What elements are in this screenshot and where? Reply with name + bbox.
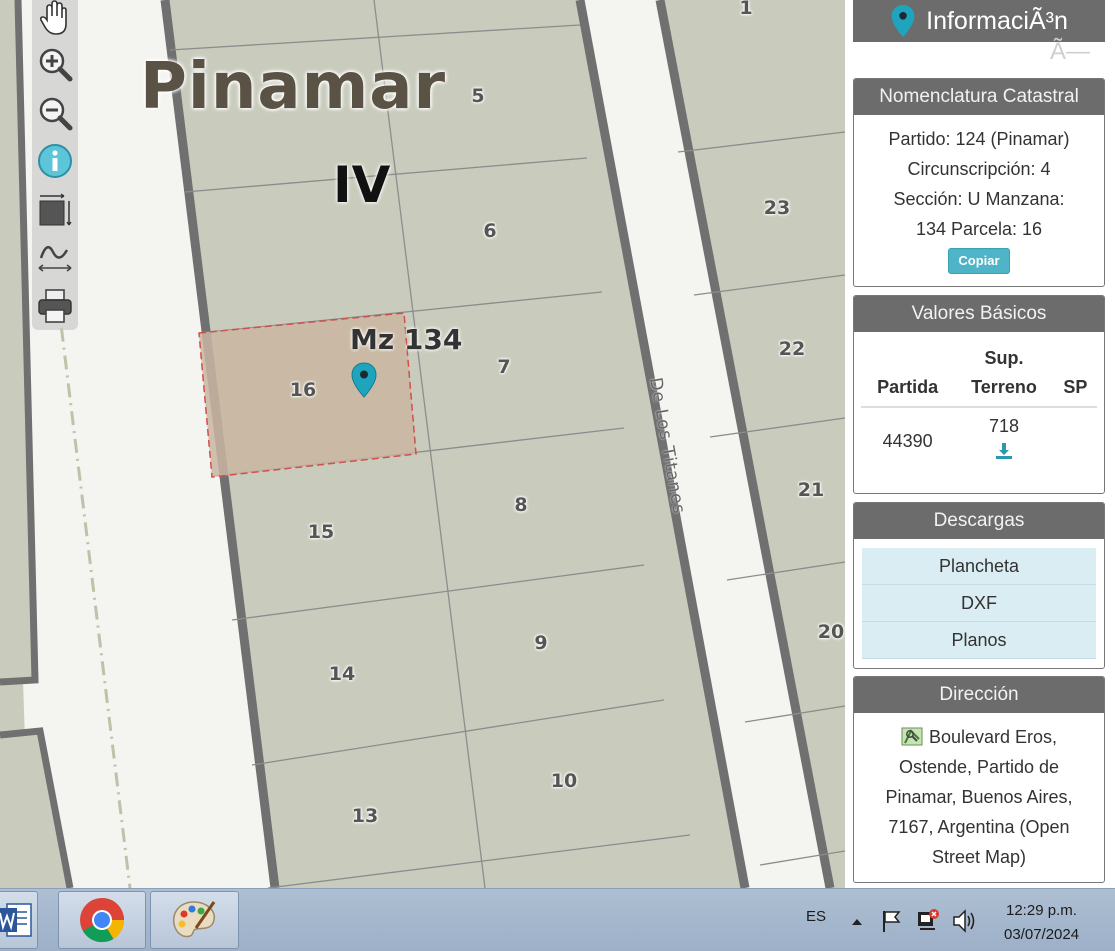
measure-area-icon[interactable]	[37, 192, 73, 228]
col-partida: Partida	[861, 340, 955, 408]
lot-label: 21	[797, 479, 825, 501]
lot-label: 15	[307, 521, 335, 543]
col-sp: SP	[1053, 340, 1097, 408]
direccion-header: Dirección	[854, 677, 1104, 713]
col-sup-line1: Sup.	[984, 348, 1024, 368]
download-planos[interactable]: Planos	[862, 622, 1096, 659]
valores-table: Partida Sup. Terreno SP 44390 718	[861, 340, 1097, 468]
lot-label: 20	[817, 621, 845, 643]
info-panel: InformaciÃ³n Ã— Nomenclatura Catastral P…	[845, 0, 1115, 888]
nomenclatura-line: Sección: U Manzana:	[893, 189, 1065, 209]
network-icon[interactable]	[915, 907, 941, 933]
table-row: 44390 718	[861, 407, 1097, 468]
descargas-box: Descargas Plancheta DXF Planos	[853, 502, 1105, 669]
col-sup-line2: Terreno	[971, 377, 1037, 397]
nomenclatura-box: Nomenclatura Catastral Partido: 124 (Pin…	[853, 78, 1105, 287]
location-pin-icon[interactable]	[351, 362, 377, 398]
direccion-body: Boulevard Eros, Ostende, Partido de Pina…	[854, 713, 1104, 872]
clock-date[interactable]: 03/07/2024	[1004, 926, 1079, 943]
close-icon[interactable]: Ã—	[1050, 38, 1090, 66]
language-indicator[interactable]: ES	[806, 908, 826, 925]
sup-terreno-number: 718	[988, 416, 1020, 436]
lot-label: 6	[483, 220, 497, 242]
address-line: Ostende, Partido de	[898, 757, 1060, 777]
valores-box: Valores Básicos Partida Sup. Terreno SP …	[853, 295, 1105, 494]
download-plancheta[interactable]: Plancheta	[862, 548, 1096, 585]
word-app-button[interactable]	[0, 891, 38, 949]
address-line: Boulevard Eros,	[854, 722, 1104, 752]
show-hidden-icons-icon[interactable]	[850, 915, 864, 929]
lot-label: 8	[514, 494, 528, 516]
lot-label: 5	[471, 85, 485, 107]
sp-value	[1054, 407, 1097, 468]
zoom-out-icon[interactable]	[37, 95, 73, 131]
chrome-app-button[interactable]	[58, 891, 146, 949]
address-text: Boulevard Eros,	[928, 727, 1058, 747]
col-sup-terreno: Sup. Terreno	[954, 340, 1054, 408]
nomenclatura-line: 134 Parcela: 16	[915, 219, 1043, 239]
zone-label: IV	[333, 156, 391, 214]
clock-time[interactable]: 12:29 p.m.	[1006, 902, 1077, 919]
lot-label: 10	[550, 770, 578, 792]
info-panel-title: InformaciÃ³n	[926, 6, 1068, 35]
descargas-list: Plancheta DXF Planos	[854, 539, 1104, 659]
zoom-in-icon[interactable]	[37, 46, 73, 82]
lot-label: 9	[534, 632, 548, 654]
volume-icon[interactable]	[951, 908, 977, 934]
word-icon	[0, 903, 32, 937]
valores-header: Valores Básicos	[854, 296, 1104, 332]
lot-label: 13	[351, 805, 379, 827]
nomenclatura-body: Partido: 124 (Pinamar) Circunscripción: …	[854, 115, 1104, 274]
lot-label: 23	[763, 197, 791, 219]
sup-terreno-value: 718	[954, 407, 1054, 468]
measure-distance-icon[interactable]	[37, 238, 73, 274]
map-canvas[interactable]	[0, 0, 845, 888]
pan-hand-icon[interactable]	[37, 0, 73, 36]
print-icon[interactable]	[37, 288, 73, 324]
lot-label: 16	[289, 379, 317, 401]
block-label: Mz 134	[350, 323, 463, 356]
taskbar: ES 12:29 p.m. 03/07/2024	[0, 888, 1115, 951]
info-panel-header: InformaciÃ³n	[853, 0, 1105, 42]
address-line: Pinamar, Buenos Aires,	[885, 787, 1073, 807]
paint-palette-icon	[172, 901, 216, 938]
address-line: Street Map)	[931, 847, 1027, 867]
map-icon	[901, 727, 923, 746]
download-icon[interactable]	[994, 441, 1014, 461]
cadastral-map[interactable]: Pinamar IV Mz 134 De Los Titanes 1 5 6 7…	[0, 0, 845, 888]
street-de-los-titanes	[580, 0, 830, 888]
lot-label: 1	[739, 0, 753, 19]
paint-app-button[interactable]	[150, 891, 239, 949]
copy-button[interactable]: Copiar	[948, 248, 1010, 274]
action-center-flag-icon[interactable]	[879, 908, 905, 934]
partida-value: 44390	[882, 430, 933, 451]
lot-label: 7	[497, 356, 511, 378]
download-dxf[interactable]: DXF	[862, 585, 1096, 622]
info-icon[interactable]	[37, 143, 73, 179]
chrome-icon	[80, 898, 125, 943]
map-toolbar	[32, 0, 78, 330]
direccion-box: Dirección Boulevard Eros, Ostende, Parti…	[853, 676, 1105, 883]
location-pin-icon	[891, 4, 915, 38]
nomenclatura-line: Partido: 124 (Pinamar)	[888, 129, 1070, 149]
nomenclatura-header: Nomenclatura Catastral	[854, 79, 1104, 115]
city-label: Pinamar	[140, 50, 447, 124]
address-line: 7167, Argentina (Open	[888, 817, 1070, 837]
descargas-header: Descargas	[854, 503, 1104, 539]
lot-label: 14	[328, 663, 356, 685]
lot-label: 22	[778, 338, 806, 360]
valores-body: Partida Sup. Terreno SP 44390 718	[854, 332, 1104, 468]
nomenclatura-line: Circunscripción: 4	[907, 159, 1051, 179]
